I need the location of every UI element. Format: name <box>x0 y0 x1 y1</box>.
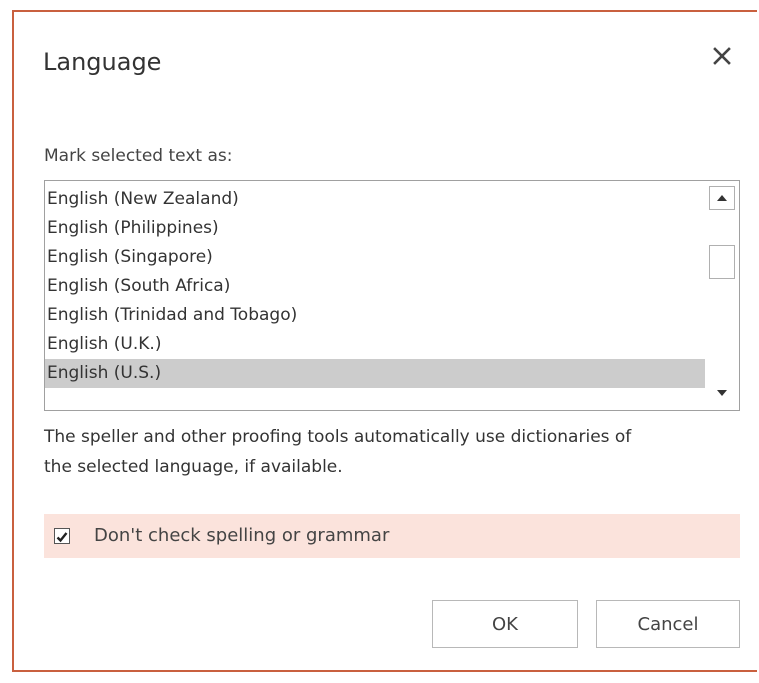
language-option[interactable]: English (South Africa) <box>45 272 705 301</box>
triangle-down-icon <box>717 390 727 396</box>
scroll-thumb[interactable] <box>709 245 735 279</box>
checkmark-icon <box>56 532 68 543</box>
mark-text-prompt: Mark selected text as: <box>44 146 233 166</box>
language-option[interactable]: English (Trinidad and Tobago) <box>45 301 705 330</box>
language-option[interactable]: English (U.K.) <box>45 330 705 359</box>
listbox-scrollbar[interactable] <box>705 181 739 410</box>
close-icon[interactable] <box>710 44 734 68</box>
scroll-up-button[interactable] <box>709 186 735 210</box>
dialog-title: Language <box>43 48 162 76</box>
dont-check-spelling-row[interactable]: Don't check spelling or grammar <box>44 514 740 558</box>
ok-button[interactable]: OK <box>432 600 578 648</box>
language-option[interactable]: English (U.S.) <box>45 359 705 388</box>
triangle-up-icon <box>717 195 727 201</box>
language-option[interactable]: English (New Zealand) <box>45 185 705 214</box>
dont-check-spelling-checkbox[interactable] <box>54 528 70 544</box>
scroll-down-button[interactable] <box>709 381 735 405</box>
language-option[interactable]: English (Singapore) <box>45 243 705 272</box>
dont-check-spelling-label: Don't check spelling or grammar <box>94 525 390 546</box>
language-dialog: Language Mark selected text as: English … <box>12 10 757 672</box>
proofing-help-text: The speller and other proofing tools aut… <box>44 427 632 477</box>
language-list: English (New Zealand) English (Philippine… <box>45 185 705 388</box>
cancel-button[interactable]: Cancel <box>596 600 740 648</box>
language-listbox[interactable]: English (New Zealand) English (Philippine… <box>44 180 740 411</box>
language-option[interactable]: English (Philippines) <box>45 214 705 243</box>
